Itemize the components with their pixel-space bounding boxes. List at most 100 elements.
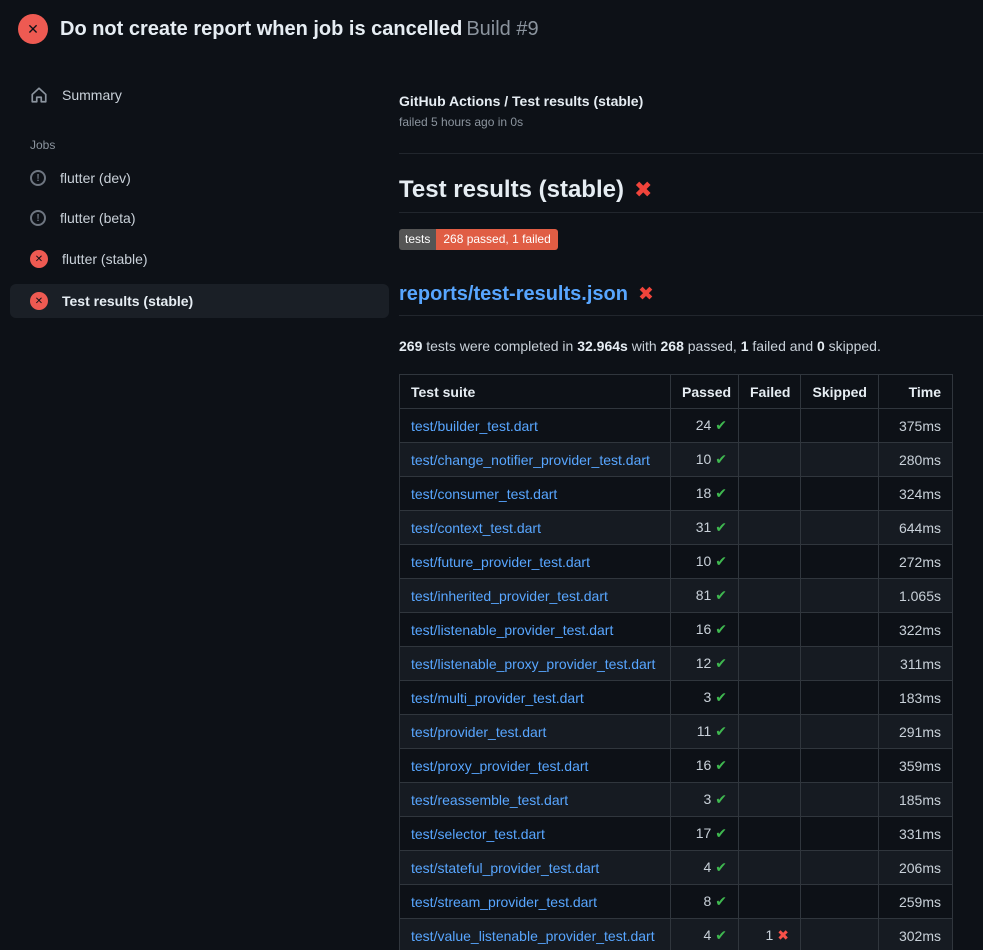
section-title: Test results (stable) ✖ (399, 176, 983, 213)
suite-cell: test/multi_provider_test.dart (400, 681, 671, 715)
suite-link[interactable]: test/reassemble_test.dart (411, 792, 568, 808)
summary-text: failed and (749, 338, 818, 354)
tests-badge: tests268 passed, 1 failed (399, 229, 558, 250)
passed-cell: 4✔ (671, 919, 739, 950)
suite-link[interactable]: test/consumer_test.dart (411, 486, 557, 502)
suite-link[interactable]: test/provider_test.dart (411, 724, 546, 740)
time-cell: 324ms (879, 477, 953, 511)
summary-text: tests were completed in (422, 338, 577, 354)
check-icon: ✔ (715, 927, 727, 943)
suite-link[interactable]: test/change_notifier_provider_test.dart (411, 452, 650, 468)
failed-cell (739, 443, 801, 477)
time-cell: 1.065s (879, 579, 953, 613)
suite-cell: test/context_test.dart (400, 511, 671, 545)
suite-link[interactable]: test/selector_test.dart (411, 826, 545, 842)
suite-link[interactable]: test/value_listenable_provider_test.dart (411, 928, 655, 944)
suite-link[interactable]: test/proxy_provider_test.dart (411, 758, 588, 774)
passed-cell: 81✔ (671, 579, 739, 613)
jobs-section-label: Jobs (30, 138, 389, 152)
sidebar-item-job-1[interactable]: ! flutter (beta) (10, 202, 389, 234)
run-header: ✕ Do not create report when job is cance… (0, 0, 983, 58)
time-cell: 331ms (879, 817, 953, 851)
check-icon: ✔ (715, 723, 727, 739)
build-number: Build #9 (466, 18, 538, 40)
badge-value: 268 passed, 1 failed (436, 229, 557, 250)
check-icon: ✔ (715, 519, 727, 535)
suite-link[interactable]: test/stream_provider_test.dart (411, 894, 597, 910)
table-row: test/consumer_test.dart18✔324ms (400, 477, 953, 511)
time-cell: 311ms (879, 647, 953, 681)
failed-cell (739, 851, 801, 885)
time-cell: 280ms (879, 443, 953, 477)
failed-cell: 1✖ (739, 919, 801, 950)
check-icon: ✔ (715, 417, 727, 433)
suite-cell: test/stream_provider_test.dart (400, 885, 671, 919)
column-header: Skipped (801, 375, 879, 409)
home-icon (30, 86, 48, 104)
passed-cell: 11✔ (671, 715, 739, 749)
skipped-cell (801, 477, 879, 511)
suite-link[interactable]: test/context_test.dart (411, 520, 541, 536)
table-row: test/reassemble_test.dart3✔185ms (400, 783, 953, 817)
table-row: test/inherited_provider_test.dart 81✔ 1.06… (400, 579, 953, 613)
sidebar-item-summary[interactable]: Summary (10, 78, 389, 112)
suite-link[interactable]: test/multi_provider_test.dart (411, 690, 584, 706)
suite-cell: test/consumer_test.dart (400, 477, 671, 511)
suite-cell: test/provider_test.dart (400, 715, 671, 749)
summary-text: skipped. (825, 338, 881, 354)
passed-cell: 17✔ (671, 817, 739, 851)
sidebar-item-job-2[interactable]: ✕flutter (stable) (10, 242, 389, 276)
skipped-count: 0 (817, 338, 825, 354)
passed-count: 268 (661, 338, 684, 354)
skipped-cell (801, 715, 879, 749)
passed-cell: 16✔ (671, 749, 739, 783)
summary-text: passed, (684, 338, 741, 354)
suite-link[interactable]: test/listenable_proxy_provider_test.dart (411, 656, 655, 672)
table-row: test/provider_test.dart 11✔ 291ms (400, 715, 953, 749)
report-title-link[interactable]: reports/test-results.json (399, 283, 628, 306)
pending-icon: ! (30, 170, 46, 186)
table-row: test/value_listenable_provider_test.dart… (400, 919, 953, 950)
check-icon: ✔ (715, 825, 727, 841)
sidebar-item-label: flutter (beta) (60, 210, 135, 226)
check-icon: ✔ (715, 485, 727, 501)
check-icon: ✔ (715, 791, 727, 807)
failed-cell (739, 783, 801, 817)
pending-icon: ! (30, 210, 46, 226)
check-icon: ✔ (715, 621, 727, 637)
table-row: test/multi_provider_test.dart 3✔ 183ms (400, 681, 953, 715)
failed-cell (739, 477, 801, 511)
time-cell: 302ms (879, 919, 953, 950)
skipped-cell (801, 613, 879, 647)
passed-cell: 3✔ (671, 681, 739, 715)
header-divider (399, 153, 983, 154)
suite-link[interactable]: test/stateful_provider_test.dart (411, 860, 599, 876)
suite-link[interactable]: test/future_provider_test.dart (411, 554, 590, 570)
skipped-cell (801, 409, 879, 443)
skipped-cell (801, 851, 879, 885)
sidebar-item-job-0[interactable]: !flutter (dev) (10, 162, 389, 194)
column-header: Failed (739, 375, 801, 409)
time-cell: 183ms (879, 681, 953, 715)
time-cell: 291ms (879, 715, 953, 749)
table-row: test/proxy_provider_test.dart 16✔ 359ms (400, 749, 953, 783)
cross-icon: ✖ (777, 927, 789, 943)
suite-link[interactable]: test/listenable_provider_test.dart (411, 622, 613, 638)
main-content: GitHub Actions / Test results (stable) f… (399, 58, 983, 950)
skipped-cell (801, 647, 879, 681)
time-cell: 359ms (879, 749, 953, 783)
cross-mark-icon: ✖ (638, 283, 654, 306)
time-cell: 644ms (879, 511, 953, 545)
sidebar-item-job-3[interactable]: ✕Test results (stable) (10, 284, 389, 318)
total-time: 32.964s (577, 338, 628, 354)
failed-cell (739, 681, 801, 715)
check-icon: ✔ (715, 655, 727, 671)
suite-link[interactable]: test/inherited_provider_test.dart (411, 588, 608, 604)
failed-cell (739, 613, 801, 647)
suite-link[interactable]: test/builder_test.dart (411, 418, 538, 434)
time-cell: 185ms (879, 783, 953, 817)
run-title-text: Do not create report when job is cancell… (60, 18, 462, 40)
run-failed-icon: ✕ (18, 14, 48, 44)
table-row: test/selector_test.dart 17✔ 331ms (400, 817, 953, 851)
sidebar-item-label: Test results (stable) (62, 293, 193, 309)
